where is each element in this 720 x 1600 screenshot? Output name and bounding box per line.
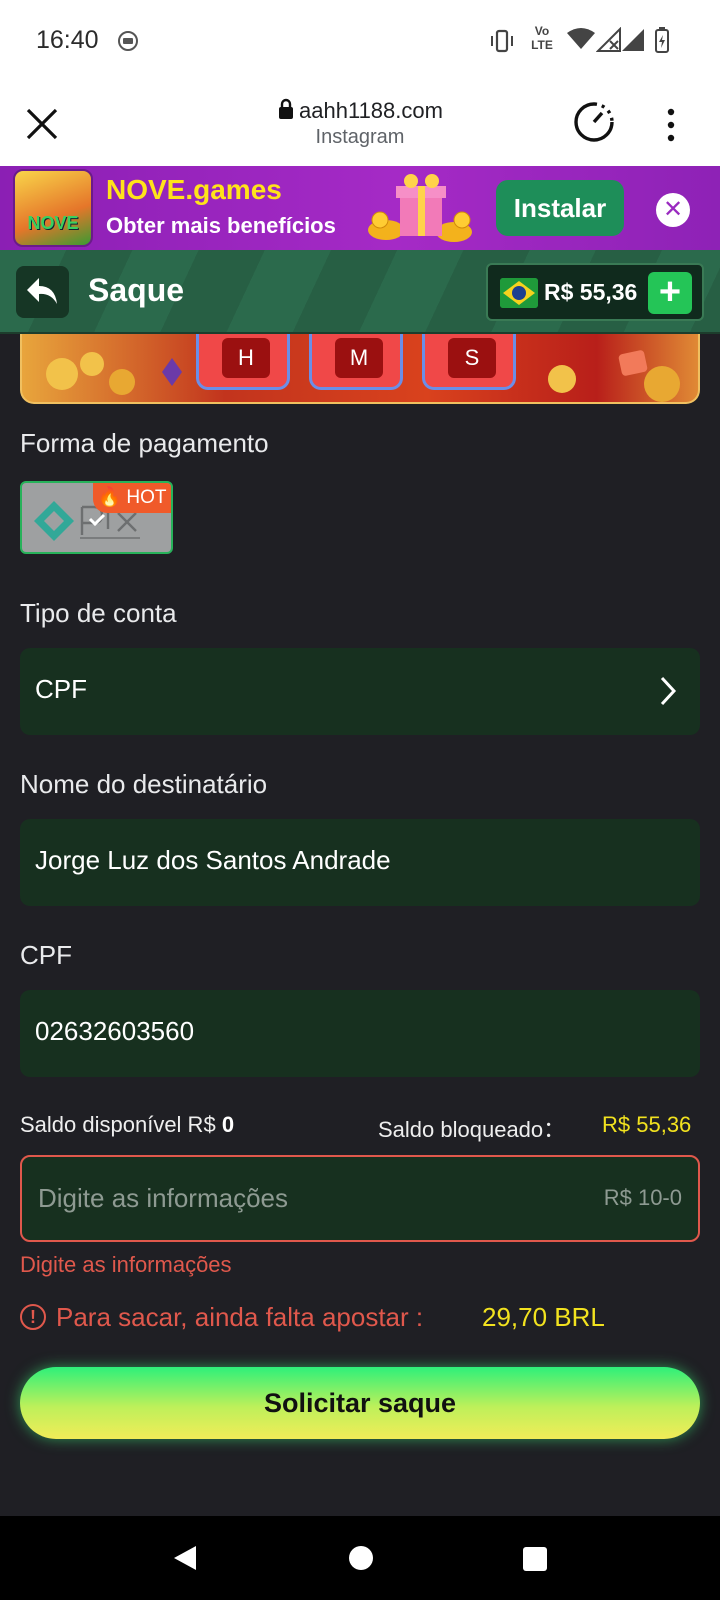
volte-label: Vo LTE [531, 24, 553, 52]
fire-icon: 🔥 [97, 487, 122, 508]
install-button[interactable]: Instalar [496, 180, 624, 236]
nav-recents-icon[interactable] [522, 1546, 548, 1572]
blocked-balance-value: R$ 55,36 [602, 1112, 692, 1137]
install-banner: NOVE NOVE.games Obter mais benefícios In… [0, 166, 720, 250]
banner-subtitle: Obter mais benefícios [106, 213, 336, 238]
promo-banner[interactable]: H M S [20, 334, 700, 404]
recipient-name-field[interactable]: Jorge Luz dos Santos Andrade [20, 819, 700, 906]
clock: 16:40 [36, 26, 99, 54]
status-bar: 16:40 Vo LTE [0, 0, 720, 84]
recipient-label: Nome do destinatário [20, 769, 268, 799]
timer-icon[interactable] [572, 100, 616, 144]
banner-close-icon[interactable]: ✕ [656, 193, 690, 227]
notification-icon [118, 31, 138, 51]
wifi-icon [567, 28, 595, 49]
more-options-icon[interactable] [666, 108, 676, 142]
account-type-label: Tipo de conta [20, 598, 177, 628]
withdraw-amount-input[interactable]: Digite as informações R$ 10-0 [20, 1155, 700, 1242]
cpf-field[interactable]: 02632603560 [20, 990, 700, 1077]
alert-icon: ! [20, 1304, 46, 1330]
promo-slot: M [309, 334, 403, 390]
available-balance-value: 0 [221, 1112, 235, 1137]
account-type-value: CPF [35, 674, 87, 704]
system-nav-bar [0, 1516, 720, 1600]
nav-home-icon[interactable] [348, 1545, 374, 1571]
cpf-value: 02632603560 [35, 1016, 195, 1046]
chevron-right-icon [660, 676, 677, 706]
wager-warning-text: Para sacar, ainda falta apostar : [56, 1302, 424, 1332]
promo-slot: S [422, 334, 516, 390]
amount-error-text: Digite as informações [20, 1252, 232, 1277]
page-header: Saque R$ 55,36 + [0, 250, 720, 334]
deposit-add-button[interactable]: + [648, 272, 692, 314]
available-balance: Saldo disponível R$ 0 [20, 1112, 235, 1137]
amount-placeholder: Digite as informações [38, 1183, 288, 1213]
back-button[interactable] [16, 266, 69, 318]
recipient-name-value: Jorge Luz dos Santos Andrade [35, 845, 391, 875]
nav-back-icon[interactable] [172, 1544, 198, 1572]
payment-method-label: Forma de pagamento [20, 428, 269, 458]
balance-display: R$ 55,36 + [486, 263, 704, 321]
wager-warning: ! Para sacar, ainda falta apostar : 29,7… [20, 1302, 700, 1336]
cpf-label: CPF [20, 940, 72, 970]
banner-title: NOVE.games [106, 174, 282, 205]
page-title: Saque [88, 272, 185, 308]
promo-slot: H [196, 334, 290, 390]
amount-range: R$ 10-0 [603, 1185, 682, 1210]
request-withdraw-button[interactable]: Solicitar saque [20, 1367, 700, 1439]
gift-coins-icon [368, 174, 472, 242]
account-type-select[interactable]: CPF [20, 648, 700, 735]
browser-bar: aahh1188.com Instagram [0, 84, 720, 166]
pix-payment-option[interactable]: 🔥 HOT [20, 481, 173, 554]
back-arrow-icon [27, 278, 57, 304]
signal-icon [622, 29, 644, 51]
hot-badge: 🔥 HOT [93, 483, 171, 513]
balance-value: R$ 55,36 [544, 279, 638, 305]
brazil-flag-icon [500, 278, 538, 308]
wager-remaining-amount: 29,70 BRL [482, 1302, 605, 1332]
blocked-balance-label: Saldo bloqueado： [378, 1117, 566, 1142]
battery-icon [655, 27, 669, 53]
app-logo: NOVE [13, 169, 93, 247]
vibrate-icon [491, 29, 513, 53]
